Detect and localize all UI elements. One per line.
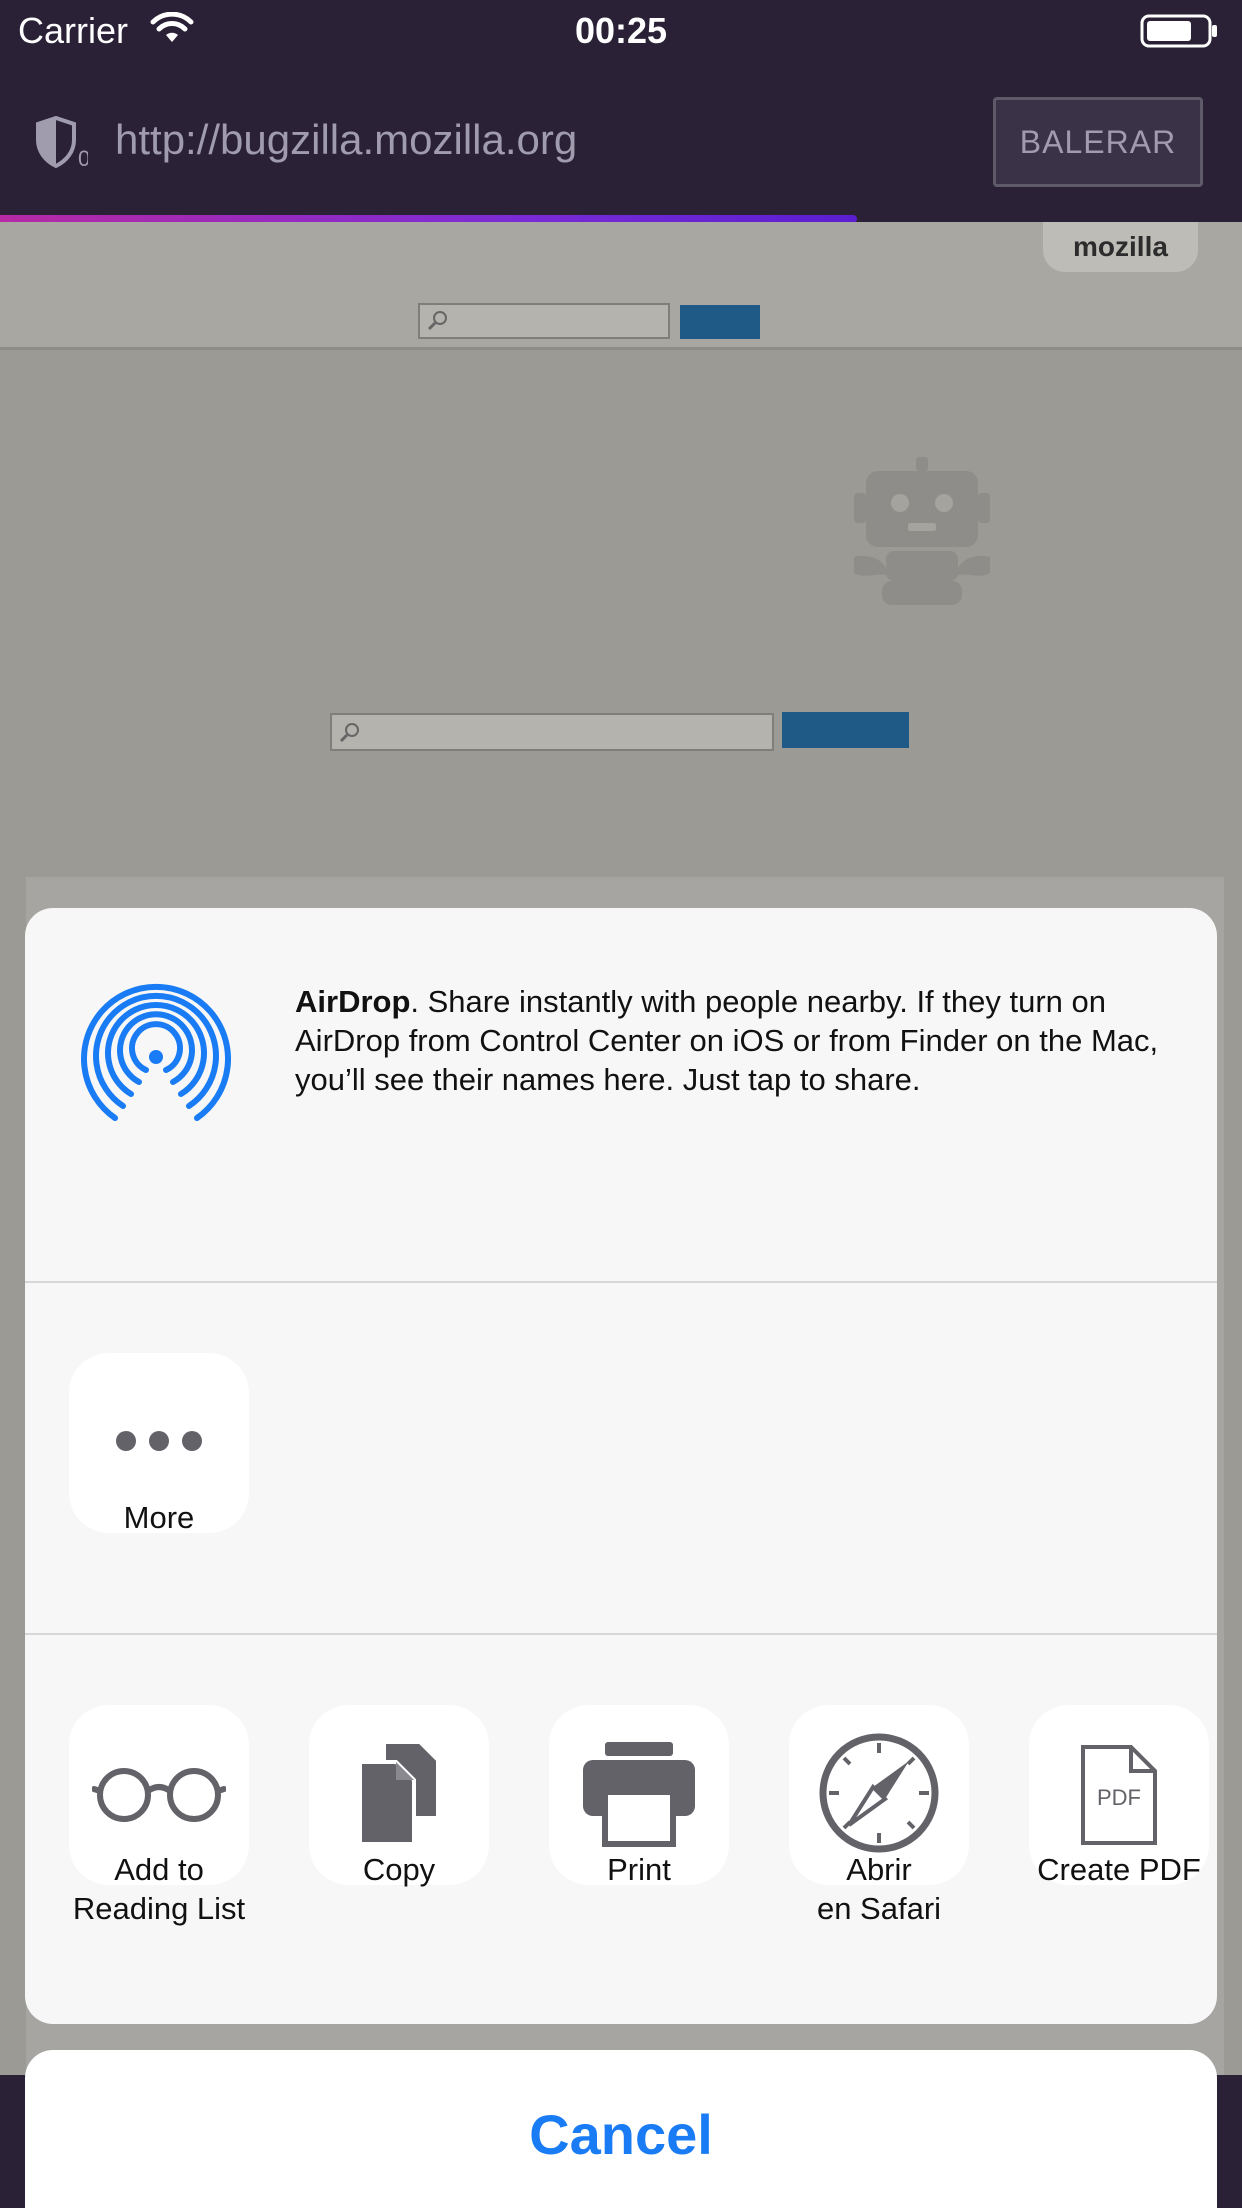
clock: 00:25 — [574, 10, 668, 51]
ellipsis-icon — [114, 1429, 204, 1458]
create-pdf-label: Create PDF — [1037, 1852, 1201, 1887]
cancel-load-button[interactable]: BALERAR — [993, 97, 1203, 187]
pdf-badge: PDF — [1097, 1785, 1141, 1810]
status-bar: Carrier 00:25 — [0, 0, 1242, 62]
more-label: More — [123, 1500, 195, 1535]
header-search-button — [680, 305, 760, 339]
airdrop-section: AirDrop. Share instantly with people nea… — [25, 908, 1217, 1283]
copy-label: Copy — [362, 1852, 436, 1887]
compass-icon — [817, 1731, 941, 1860]
search-icon — [427, 311, 447, 331]
url-field[interactable]: http://bugzilla.mozilla.org — [115, 116, 577, 164]
tracking-shield-icon[interactable]: 0 — [34, 114, 90, 175]
apps-row: More — [25, 1283, 1217, 1635]
bugzilla-robot-logo — [850, 457, 995, 612]
open-in-safari-label: Abrir en Safari — [816, 1852, 942, 1926]
share-sheet: AirDrop. Share instantly with people nea… — [25, 908, 1217, 2024]
copy-icon — [354, 1738, 444, 1853]
airdrop-icon — [81, 982, 231, 1137]
mozilla-tab: mozilla — [1043, 222, 1198, 272]
main-search-button — [782, 712, 909, 748]
add-to-reading-list-label: Add to Reading List — [72, 1852, 246, 1926]
glasses-icon — [91, 1763, 227, 1828]
tracker-count: 0 — [78, 146, 88, 170]
print-label: Print — [607, 1852, 671, 1887]
search-icon — [339, 723, 359, 743]
header-search-input — [418, 303, 670, 339]
airdrop-body: . Share instantly with people nearby. If… — [295, 984, 1159, 1097]
airdrop-description: AirDrop. Share instantly with people nea… — [295, 982, 1175, 1099]
cancel-button[interactable]: Cancel — [25, 2050, 1217, 2208]
actions-row: Add to Reading List Copy Print Abrir en … — [25, 1635, 1217, 2024]
printer-icon — [579, 1738, 699, 1853]
url-bar: 0 http://bugzilla.mozilla.org BALERAR — [0, 62, 1242, 222]
cancel-label: Cancel — [529, 2103, 713, 2166]
main-search-input — [330, 713, 774, 751]
pdf-icon: PDF — [1079, 1743, 1159, 1847]
page-header: mozilla — [0, 222, 1242, 350]
airdrop-title: AirDrop — [295, 984, 411, 1019]
battery-icon — [1140, 14, 1220, 53]
